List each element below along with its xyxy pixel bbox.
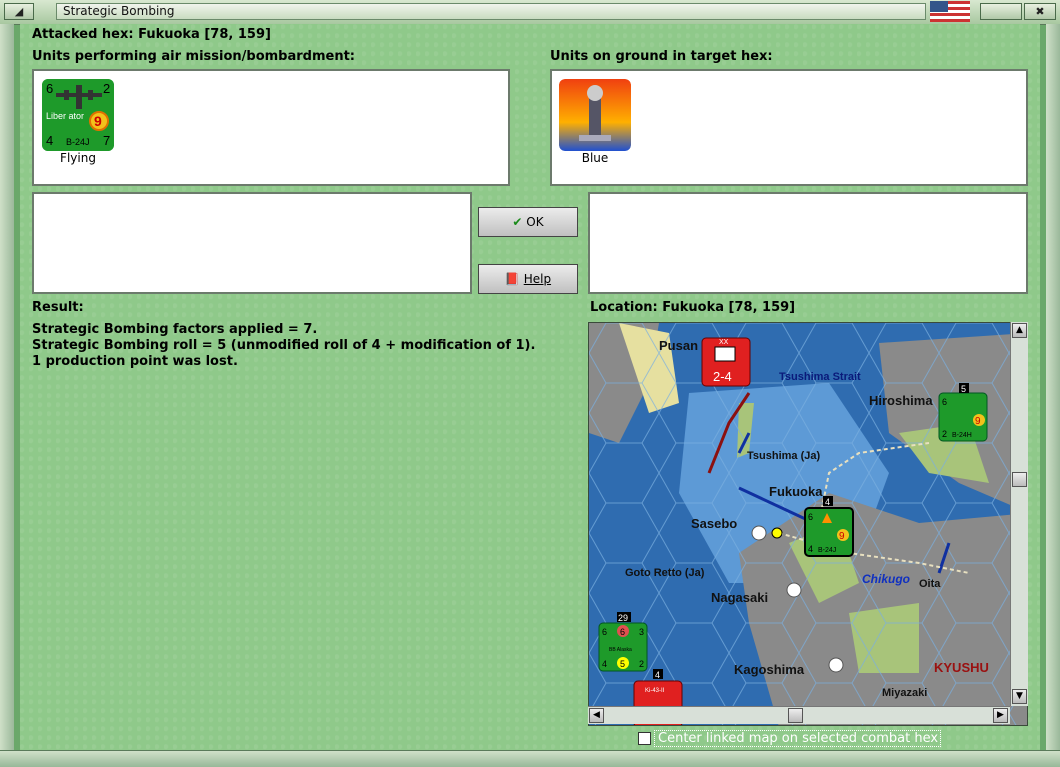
unit-br-value: 7 xyxy=(103,133,110,148)
scroll-down-button[interactable]: ▼ xyxy=(1012,689,1027,704)
scroll-up-button[interactable]: ▲ xyxy=(1012,323,1027,338)
svg-text:5: 5 xyxy=(620,659,625,669)
map-label-pusan: Pusan xyxy=(659,338,698,353)
result-line: Strategic Bombing factors applied = 7. xyxy=(32,322,318,337)
svg-text:9: 9 xyxy=(839,531,845,542)
svg-text:2-4: 2-4 xyxy=(713,369,732,384)
scroll-right-button[interactable]: ▶ xyxy=(993,708,1008,723)
map-label-chikugo: Chikugo xyxy=(862,572,910,586)
svg-text:6: 6 xyxy=(808,512,813,522)
result-label: Result: xyxy=(32,300,84,315)
svg-text:Ki-43-II: Ki-43-II xyxy=(645,688,665,694)
ok-label: OK xyxy=(526,215,544,229)
unit-badge-value: 9 xyxy=(94,113,102,129)
air-units-box: 6 2 Liber ator 9 4 B-24J 7 Flying xyxy=(32,69,510,186)
result-line: Strategic Bombing roll = 5 (unmodified r… xyxy=(32,338,536,353)
air-unit-caption: Flying xyxy=(60,151,96,165)
map-unit-red-infantry[interactable]: XX 2-4 xyxy=(701,337,751,387)
svg-text:9: 9 xyxy=(975,416,981,427)
map-label-nagasaki: Nagasaki xyxy=(711,590,768,605)
book-icon: 📕 xyxy=(504,272,520,286)
map-label-kyushu: KYUSHU xyxy=(934,660,989,675)
bottom-border xyxy=(0,750,1060,767)
svg-text:B-24H: B-24H xyxy=(952,432,972,439)
svg-text:4: 4 xyxy=(825,497,830,507)
bomber-icon: 6 2 Liber ator 9 4 B-24J 7 xyxy=(42,79,114,151)
svg-text:3: 3 xyxy=(639,627,644,637)
svg-text:4: 4 xyxy=(655,670,660,680)
svg-text:4: 4 xyxy=(808,544,813,554)
result-text: Strategic Bombing factors applied = 7. S… xyxy=(32,322,535,370)
map-label-tsushima-strait: Tsushima Strait xyxy=(779,371,861,383)
svg-text:B-24J: B-24J xyxy=(818,547,836,554)
ok-button[interactable]: ✔ OK xyxy=(478,207,578,237)
ground-units-box: Blue xyxy=(550,69,1028,186)
unit-tl-value: 6 xyxy=(46,81,53,96)
map-label-miyazaki: Miyazaki xyxy=(882,687,927,699)
factory-icon xyxy=(559,79,631,151)
ground-unit-factory[interactable] xyxy=(559,79,631,151)
map-label-fukuoka: Fukuoka xyxy=(769,484,823,499)
air-units-label: Units performing air mission/bombardment… xyxy=(32,49,356,64)
unit-tr-value: 2 xyxy=(103,81,110,96)
svg-text:6: 6 xyxy=(942,397,947,407)
svg-text:2: 2 xyxy=(942,429,947,439)
svg-text:6: 6 xyxy=(602,627,607,637)
horizontal-scroll-thumb[interactable] xyxy=(788,708,803,723)
map-label-sasebo: Sasebo xyxy=(691,516,737,531)
checkmark-icon: ✔ xyxy=(512,215,523,229)
help-button[interactable]: 📕 Help xyxy=(478,264,578,294)
svg-text:4: 4 xyxy=(602,659,607,669)
map-horizontal-scrollbar[interactable]: ◀ ▶ xyxy=(588,706,1010,724)
map-label-oita: Oita xyxy=(919,578,941,590)
attacked-hex-label: Attacked hex: Fukuoka [78, 159] xyxy=(32,27,271,42)
title-bar: ◢ Strategic Bombing ✖ xyxy=(0,0,1060,25)
svg-text:2: 2 xyxy=(639,659,644,669)
location-label: Location: Fukuoka [78, 159] xyxy=(590,300,796,315)
map-label-kagoshima: Kagoshima xyxy=(734,662,805,677)
ground-units-label: Units on ground in target hex: xyxy=(550,49,773,64)
window-menu-button[interactable]: ◢ xyxy=(4,3,34,20)
center-map-label[interactable]: Center linked map on selected combat hex xyxy=(654,730,941,747)
left-border xyxy=(0,24,14,750)
vertical-scroll-thumb[interactable] xyxy=(1012,472,1027,487)
svg-text:5: 5 xyxy=(961,384,966,394)
dialog-window: ◢ Strategic Bombing ✖ Attacked hex: Fuku… xyxy=(0,0,1060,767)
center-map-checkbox[interactable] xyxy=(638,732,651,745)
result-line: 1 production point was lost. xyxy=(32,354,238,369)
right-details-box xyxy=(588,192,1028,294)
unit-bl-value: 4 xyxy=(46,133,53,148)
close-button[interactable]: ✖ xyxy=(1024,3,1056,20)
svg-text:XX: XX xyxy=(719,339,729,346)
left-details-box xyxy=(32,192,472,294)
map-vertical-scrollbar[interactable]: ▲ ▼ xyxy=(1010,322,1028,706)
minimize-button[interactable] xyxy=(980,3,1022,20)
map-label-goto: Goto Retto (Ja) xyxy=(625,567,705,579)
air-unit-liberator[interactable]: 6 2 Liber ator 9 4 B-24J 7 xyxy=(42,79,114,151)
help-label: Help xyxy=(523,272,552,286)
right-border xyxy=(1046,24,1060,750)
map-label-hiroshima: Hiroshima xyxy=(869,393,933,408)
map-canvas: Pusan Tsushima Strait Hiroshima Tsushima… xyxy=(589,323,1027,725)
svg-text:6: 6 xyxy=(620,627,625,637)
unit-name: Liber ator xyxy=(46,111,84,121)
scroll-left-button[interactable]: ◀ xyxy=(589,708,604,723)
location-map[interactable]: Pusan Tsushima Strait Hiroshima Tsushima… xyxy=(588,322,1028,726)
svg-text:BB Alaska: BB Alaska xyxy=(609,647,632,653)
ground-unit-caption: Blue xyxy=(581,151,609,165)
map-label-tsushima: Tsushima (Ja) xyxy=(747,450,820,462)
svg-text:29: 29 xyxy=(618,613,628,623)
unit-model: B-24J xyxy=(66,137,90,147)
usa-flag-icon xyxy=(930,1,970,22)
window-title: Strategic Bombing xyxy=(56,3,926,20)
